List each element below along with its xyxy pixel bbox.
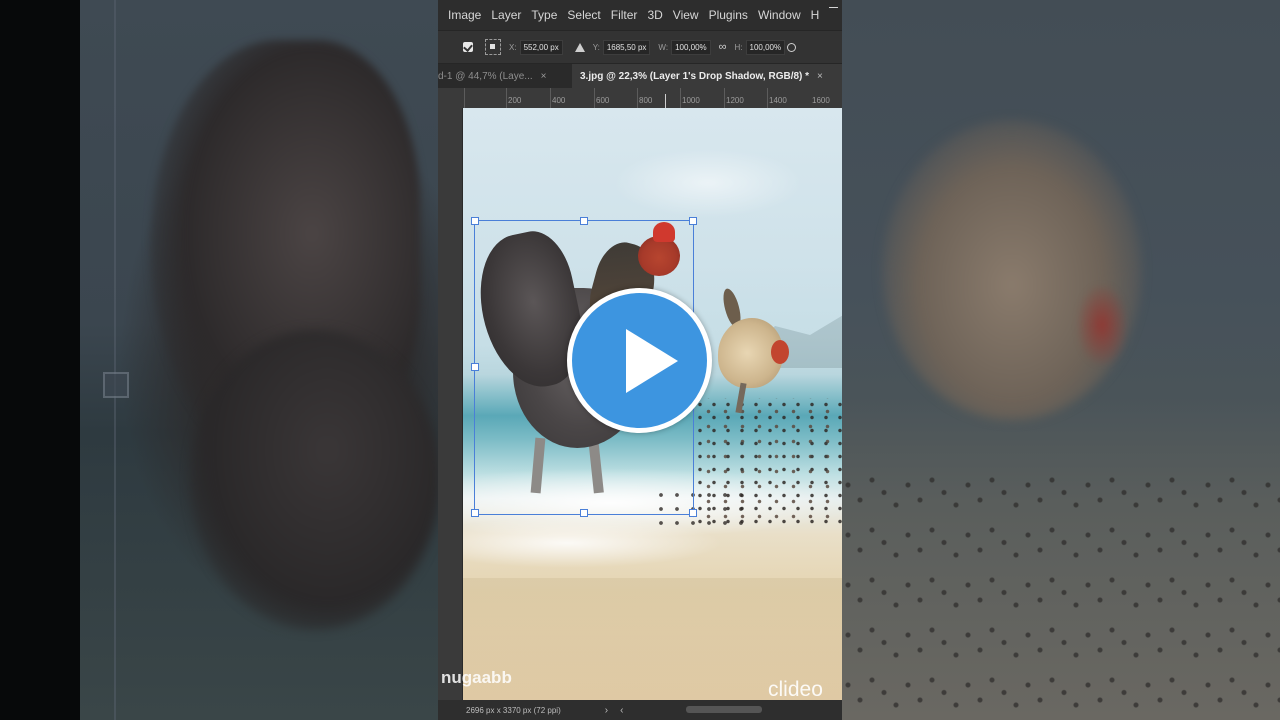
- blurred-chicken-body: [190, 330, 440, 630]
- x-label: X:: [509, 42, 517, 52]
- chevron-right-icon[interactable]: ›: [605, 705, 608, 716]
- ruler-tick: [724, 88, 725, 108]
- h-field[interactable]: 100,00%: [745, 39, 786, 55]
- ruler-label: 1200: [726, 96, 744, 105]
- ruler-label: 1600: [812, 96, 830, 105]
- vertical-ruler: [438, 108, 463, 700]
- menu-plugins[interactable]: Plugins: [704, 8, 753, 22]
- commit-checkbox[interactable]: [463, 42, 473, 52]
- menu-view[interactable]: View: [668, 8, 704, 22]
- menu-bar: Image Layer Type Select Filter 3D View P…: [438, 0, 842, 30]
- tab-active-document[interactable]: 3.jpg @ 22,3% (Layer 1's Drop Shadow, RG…: [572, 64, 842, 88]
- tab-document-1[interactable]: d-1 @ 44,7% (Laye... ×: [438, 64, 572, 88]
- ruler-label: 200: [508, 96, 522, 105]
- transform-handle[interactable]: [471, 509, 479, 517]
- w-field[interactable]: 100,00%: [671, 39, 711, 55]
- blurred-background-left: [0, 0, 440, 720]
- letterbox-edge: [0, 0, 80, 720]
- ruler-label: 800: [639, 96, 653, 105]
- transform-handle[interactable]: [471, 363, 479, 371]
- transform-handle[interactable]: [580, 217, 588, 225]
- transform-handle[interactable]: [580, 509, 588, 517]
- angle-icon[interactable]: [574, 42, 585, 52]
- close-icon[interactable]: ×: [817, 71, 823, 82]
- close-icon[interactable]: ×: [541, 71, 547, 82]
- w-label: W:: [658, 42, 669, 52]
- menu-image[interactable]: Image: [438, 8, 486, 22]
- cloud: [613, 148, 803, 218]
- ruler-tick: [550, 88, 551, 108]
- horizontal-ruler: 200 400 600 800 1000 1200 1400 1600: [438, 88, 842, 109]
- ruler-tick: [464, 88, 465, 108]
- ruler-label: 400: [552, 96, 566, 105]
- menu-type[interactable]: Type: [526, 8, 562, 22]
- blurred-background-right: [842, 0, 1280, 720]
- blurred-crowd: [842, 470, 1280, 720]
- options-bar: X: 552,00 px Y: 1685,50 px W: 100,00% ∞ …: [438, 30, 842, 64]
- minimize-icon[interactable]: [829, 7, 838, 8]
- menu-filter[interactable]: Filter: [606, 8, 643, 22]
- blurred-comb: [1077, 285, 1127, 365]
- h-label: H:: [734, 42, 743, 52]
- tab-label: d-1 @ 44,7% (Laye...: [438, 70, 533, 82]
- reference-point-icon[interactable]: [485, 39, 501, 55]
- y-label: Y:: [592, 42, 600, 52]
- ruler-tick: [594, 88, 595, 108]
- ruler-tick: [506, 88, 507, 108]
- ruler-tick: [637, 88, 638, 108]
- ruler-cursor-marker: [665, 94, 666, 108]
- blurred-guide-line: [114, 0, 116, 720]
- status-bar: 2696 px x 3370 px (72 ppi) › ‹: [438, 700, 842, 720]
- transform-handle[interactable]: [689, 509, 697, 517]
- search-icon[interactable]: [787, 42, 797, 52]
- menu-help[interactable]: H: [806, 8, 825, 22]
- play-icon: [626, 329, 678, 393]
- menu-select[interactable]: Select: [562, 8, 605, 22]
- ruler-label: 1400: [769, 96, 787, 105]
- menu-window[interactable]: Window: [753, 8, 806, 22]
- play-button[interactable]: [567, 288, 712, 433]
- y-field[interactable]: 1685,50 px: [602, 39, 651, 55]
- ruler-label: 600: [596, 96, 610, 105]
- tab-label: 3.jpg @ 22,3% (Layer 1's Drop Shadow, RG…: [580, 70, 810, 82]
- x-field[interactable]: 552,00 px: [519, 39, 563, 55]
- creator-watermark: nugaabb: [441, 668, 512, 687]
- document-tabs: d-1 @ 44,7% (Laye... × 3.jpg @ 22,3% (La…: [438, 64, 842, 88]
- ruler-label: 1000: [682, 96, 700, 105]
- horizontal-scrollbar[interactable]: [686, 706, 762, 713]
- transform-handle[interactable]: [471, 217, 479, 225]
- brand-watermark: clideo: [768, 678, 823, 701]
- blurred-hen: [882, 120, 1142, 420]
- small-chicken-head: [771, 340, 789, 364]
- document-info: 2696 px x 3370 px (72 ppi): [466, 705, 561, 715]
- blurred-handle: [103, 372, 129, 398]
- ruler-tick: [680, 88, 681, 108]
- menu-layer[interactable]: Layer: [486, 8, 526, 22]
- chevron-left-icon[interactable]: ‹: [620, 705, 623, 716]
- ruler-tick: [767, 88, 768, 108]
- menu-3d[interactable]: 3D: [642, 8, 667, 22]
- transform-handle[interactable]: [689, 217, 697, 225]
- link-icon[interactable]: ∞: [719, 41, 727, 53]
